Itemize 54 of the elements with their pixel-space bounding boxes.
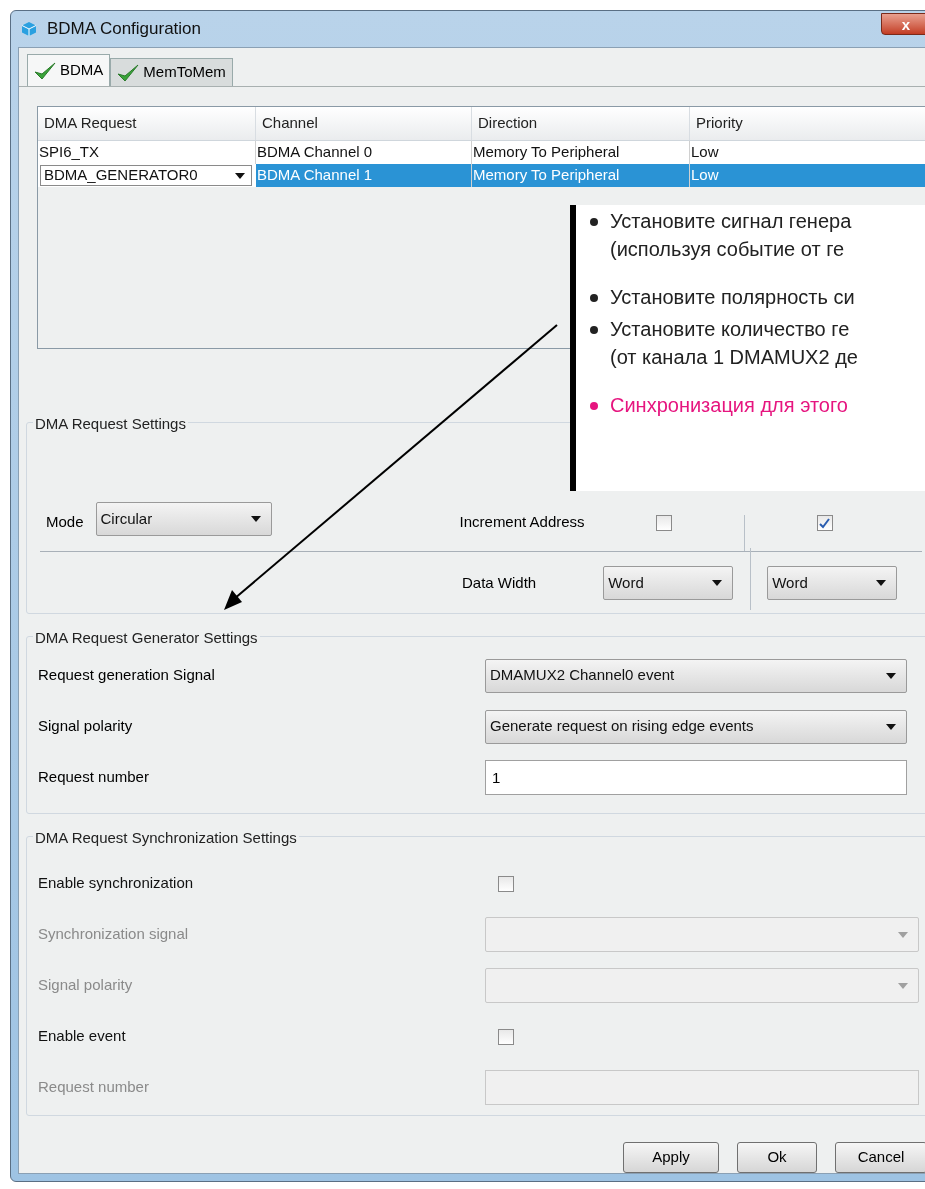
- dropdown[interactable]: DMAMUX2 Channel0 event: [485, 658, 907, 693]
- tab[interactable]: MemToMem: [110, 58, 233, 86]
- field-label: Enable event: [38, 1026, 127, 1047]
- checkbox[interactable]: [816, 515, 833, 531]
- dropdown[interactable]: BDMA_GENERATOR0: [40, 165, 252, 186]
- dialog-button[interactable]: Ok: [737, 1142, 817, 1173]
- field-label: Enable synchronization: [38, 873, 195, 894]
- tab[interactable]: BDMA: [27, 54, 111, 86]
- dropdown[interactable]: Generate request on rising edge events: [485, 709, 907, 744]
- field-label: Increment Address: [459, 511, 585, 532]
- input-field[interactable]: 1: [485, 760, 907, 795]
- checkbox[interactable]: [498, 875, 514, 892]
- column-header[interactable]: Direction: [472, 107, 690, 140]
- checkmark-icon: [34, 60, 56, 81]
- field-label: Synchronization signal: [38, 924, 190, 945]
- caret-icon: [876, 580, 887, 586]
- field-label: Request number: [38, 1077, 150, 1098]
- caret-icon: [898, 931, 908, 938]
- field-label: Request number: [38, 767, 150, 788]
- checkmark-icon: [819, 517, 831, 529]
- caret-icon: [886, 672, 896, 679]
- cube-icon: [21, 21, 37, 37]
- table-cell: Low: [690, 164, 925, 187]
- dialog-button[interactable]: Cancel: [835, 1142, 925, 1173]
- field-label: Signal polarity: [38, 975, 134, 996]
- dropdown[interactable]: Word: [767, 566, 898, 600]
- callout-text: Установите полярность си: [610, 285, 855, 310]
- window-title: BDMA Configuration: [47, 18, 202, 41]
- field-label: Data Width: [462, 572, 537, 593]
- caret-icon: [898, 982, 908, 989]
- field-label: Mode: [46, 511, 84, 532]
- table-row[interactable]: SPI6_TX BDMA Channel 0 Memory To Peripheral Low: [38, 141, 925, 164]
- column-header[interactable]: Priority: [690, 107, 925, 140]
- close-button[interactable]: x: [881, 13, 925, 35]
- field-label: Signal polarity: [38, 716, 134, 737]
- caret-icon: [886, 723, 896, 730]
- callout-text: Установите количество ге (от канала 1 DMAMUX2 де: [610, 317, 858, 370]
- caret-icon: [235, 172, 245, 179]
- callout-text: Установите сигнал генера (используя событие от ге: [610, 209, 852, 262]
- column-header[interactable]: Channel: [256, 107, 472, 140]
- checkmark-icon: [117, 62, 140, 83]
- table-cell: BDMA Channel 1: [256, 164, 472, 187]
- table-cell: Memory To Peripheral: [472, 164, 690, 187]
- dialog-button[interactable]: Apply: [623, 1142, 719, 1173]
- dropdown[interactable]: Circular: [95, 502, 272, 536]
- callout-text: Синхронизация для этого: [610, 393, 848, 418]
- checkbox[interactable]: [498, 1028, 514, 1045]
- column-header[interactable]: DMA Request: [38, 107, 256, 140]
- field-label: Request generation Signal: [38, 665, 216, 686]
- caret-icon: [250, 516, 261, 522]
- caret-icon: [712, 580, 723, 586]
- dropdown[interactable]: Word: [603, 566, 734, 600]
- table-row[interactable]: BDMA_GENERATOR0 BDMA Channel 1 Memory To Peripheral Low: [38, 164, 925, 187]
- checkbox[interactable]: [655, 515, 672, 531]
